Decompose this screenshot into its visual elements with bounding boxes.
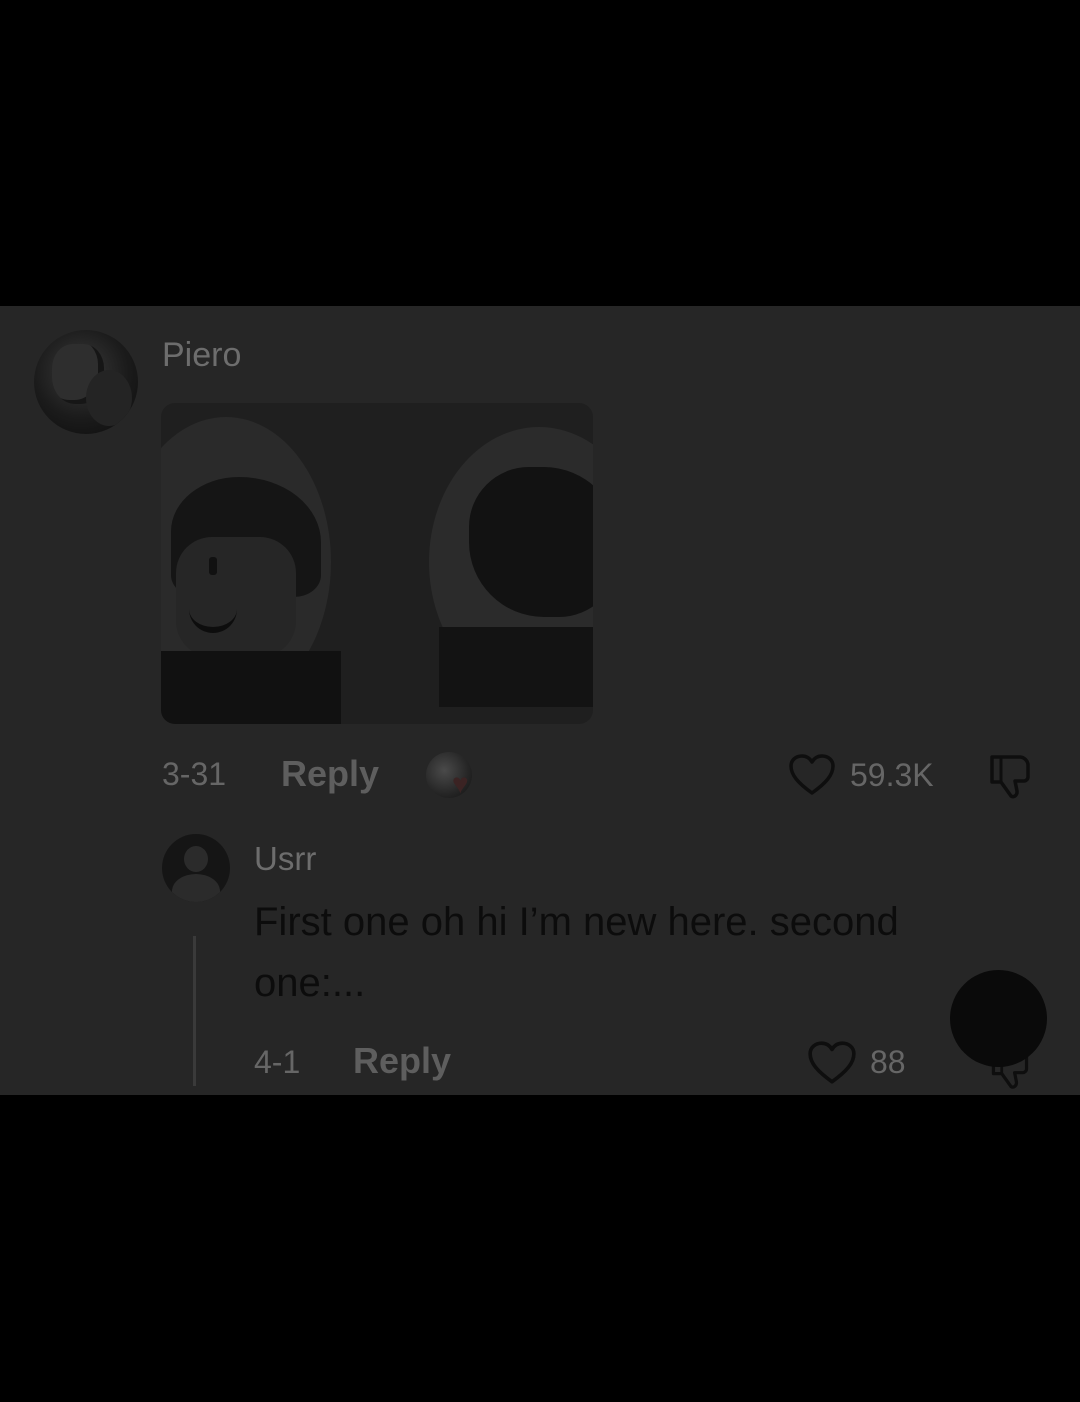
roblox-avatar-right-image bbox=[429, 427, 593, 707]
letterbox-bottom bbox=[0, 1095, 1080, 1402]
thread-line bbox=[193, 936, 196, 1086]
like-count: 59.3K bbox=[850, 757, 934, 793]
roblox-avatar-left-image bbox=[161, 417, 341, 724]
thumbs-down-icon[interactable] bbox=[984, 752, 1036, 802]
comment-username[interactable]: Piero bbox=[162, 336, 241, 375]
reply-text: First one oh hi I’m new here. second one… bbox=[254, 900, 899, 1005]
avatar[interactable] bbox=[34, 330, 138, 434]
reply-avatar[interactable] bbox=[162, 834, 230, 902]
reply-date: 4-1 bbox=[254, 1044, 301, 1080]
reply-button[interactable]: Reply bbox=[281, 753, 379, 795]
reply-reply-button[interactable]: Reply bbox=[353, 1040, 451, 1082]
comment-image-attachment[interactable] bbox=[161, 403, 593, 724]
reply-username[interactable]: Usrr bbox=[254, 840, 316, 878]
reply-like-count: 88 bbox=[870, 1044, 906, 1080]
comment-date: 3-31 bbox=[162, 756, 227, 792]
floating-touch-indicator bbox=[950, 970, 1047, 1067]
heart-outline-icon[interactable] bbox=[807, 1040, 857, 1086]
heart-outline-icon[interactable] bbox=[788, 753, 836, 797]
creator-heart-icon: ♥ bbox=[452, 768, 469, 799]
